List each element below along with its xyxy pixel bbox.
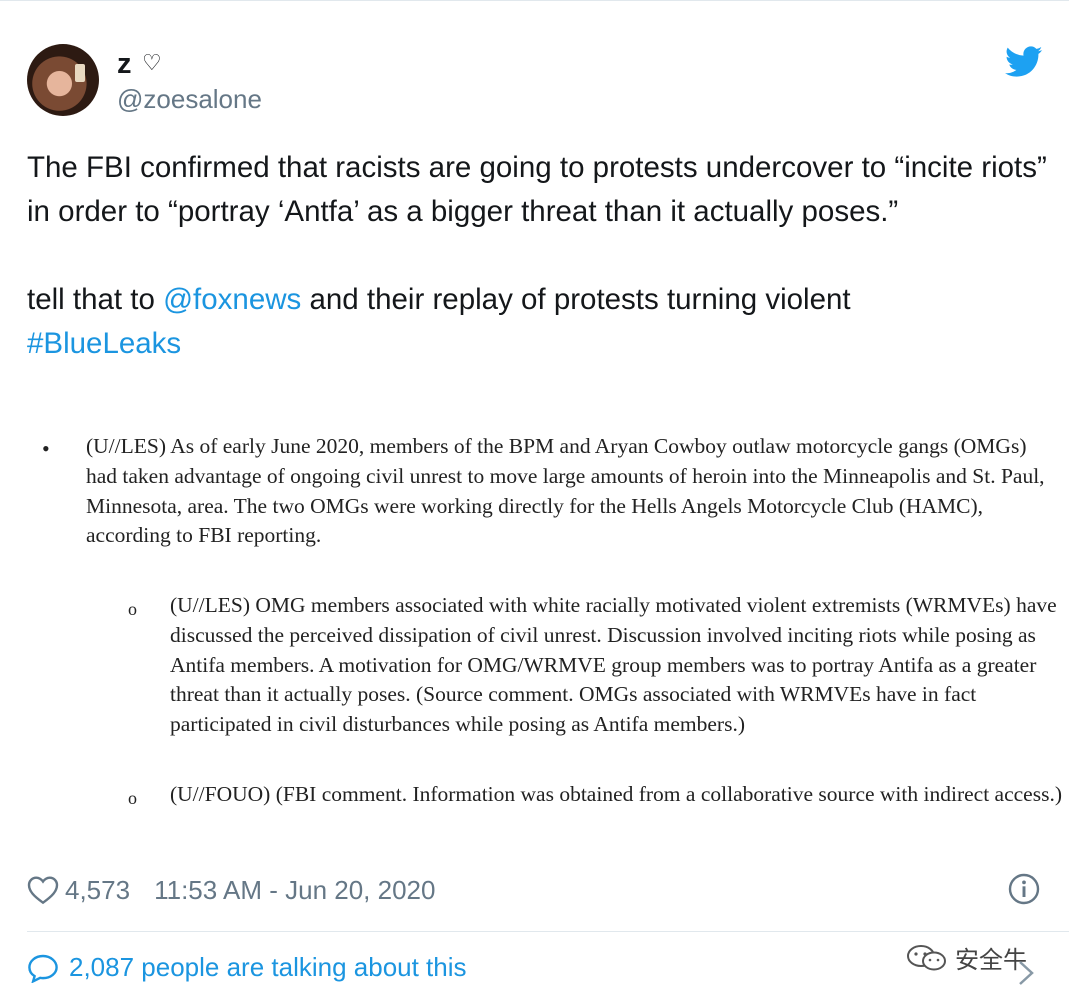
speech-bubble-icon [28, 954, 58, 983]
twitter-bird-icon[interactable] [1005, 46, 1043, 78]
watermark: 安全牛 [905, 940, 1027, 975]
conversation-link[interactable]: 2,087 people are talking about this [27, 952, 467, 983]
info-icon[interactable] [1008, 873, 1040, 905]
avatar-phone [75, 64, 85, 82]
tweet-text-paragraph-1: The FBI confirmed that racists are going… [27, 151, 1047, 228]
tweet-text-paragraph-2-pre: tell that to [27, 283, 164, 316]
doc-sub-bullet-2: o [128, 788, 137, 808]
tweet-text-paragraph-2-post: and their replay of protests turning vio… [301, 283, 851, 316]
display-name[interactable]: z [117, 48, 132, 80]
divider [27, 931, 1069, 932]
like-count[interactable]: 4,573 [65, 875, 130, 906]
name-heart-emoji: ♡ [142, 50, 162, 75]
tweet-meta: 4,573 11:53 AM - Jun 20, 2020 [27, 872, 435, 908]
conversation-label: 2,087 people are talking about this [69, 952, 467, 982]
wechat-logo-icon [907, 944, 946, 970]
doc-paragraph-2: (U//LES) OMG members associated with whi… [170, 593, 1057, 737]
doc-paragraph-3: (U//FOUO) (FBI comment. Information was … [170, 782, 1062, 806]
mention-link[interactable]: @foxnews [163, 283, 301, 316]
doc-paragraph-1: (U//LES) As of early June 2020, members … [86, 434, 1045, 548]
user-handle[interactable]: @zoesalone [117, 84, 262, 114]
timestamp[interactable]: 11:53 AM - Jun 20, 2020 [154, 875, 435, 906]
avatar[interactable] [27, 44, 99, 116]
heart-icon[interactable] [27, 875, 59, 905]
hashtag-link[interactable]: #BlueLeaks [27, 327, 181, 360]
chevron-right-icon[interactable] [1016, 958, 1036, 988]
doc-bullet: • [42, 436, 50, 461]
attached-document-image[interactable]: • (U//LES) As of early June 2020, member… [28, 432, 1068, 852]
top-border [0, 0, 1069, 1]
tweet-text: The FBI confirmed that racists are going… [27, 146, 1047, 366]
doc-sub-bullet-1: o [128, 599, 137, 619]
